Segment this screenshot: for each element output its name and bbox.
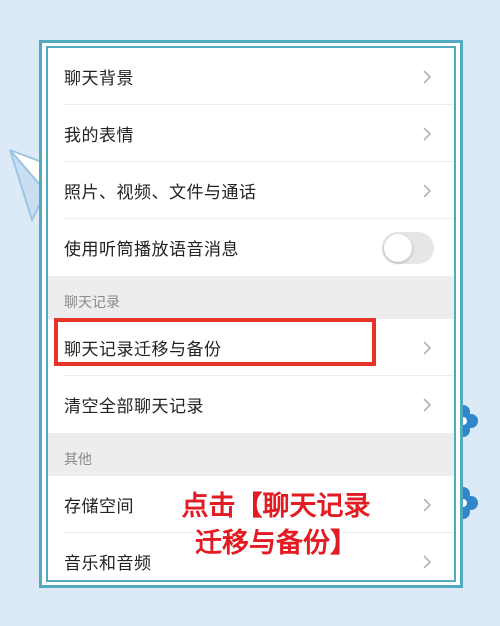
section-label: 其他 [64, 452, 92, 468]
row-label: 照片、视频、文件与通话 [64, 183, 257, 203]
chevron-right-icon [423, 69, 432, 84]
settings-row-media-files-calls[interactable]: 照片、视频、文件与通话 [48, 162, 454, 219]
settings-row-chat-background[interactable]: 聊天背景 [48, 48, 454, 105]
row-label: 音乐和音频 [64, 554, 152, 574]
row-label: 使用听筒播放语音消息 [64, 240, 239, 260]
annotation-line: 迁移与备份】 [195, 528, 357, 559]
settings-row-clear-chat-history[interactable]: 清空全部聊天记录 [48, 376, 454, 433]
highlight-box [54, 318, 376, 366]
section-header-other: 其他 [48, 433, 454, 476]
row-label: 聊天背景 [64, 69, 134, 89]
chevron-right-icon [423, 126, 432, 141]
section-label: 聊天记录 [64, 295, 120, 311]
settings-row-my-stickers[interactable]: 我的表情 [48, 105, 454, 162]
chevron-right-icon [423, 497, 432, 512]
toggle-knob [384, 233, 412, 262]
chevron-right-icon [423, 183, 432, 198]
chevron-right-icon [423, 340, 432, 355]
settings-row-earpiece-playback: 使用听筒播放语音消息 [48, 219, 454, 276]
chevron-right-icon [423, 554, 432, 569]
row-label: 我的表情 [64, 126, 134, 146]
instruction-annotation: 点击【聊天记录 迁移与备份】 [168, 488, 384, 562]
annotation-line: 点击【聊天记录 [181, 491, 371, 522]
earpiece-playback-toggle[interactable] [382, 231, 434, 264]
chevron-right-icon [423, 397, 432, 412]
row-label: 清空全部聊天记录 [64, 397, 204, 417]
section-header-chat-history: 聊天记录 [48, 276, 454, 319]
row-label: 存储空间 [64, 497, 134, 517]
